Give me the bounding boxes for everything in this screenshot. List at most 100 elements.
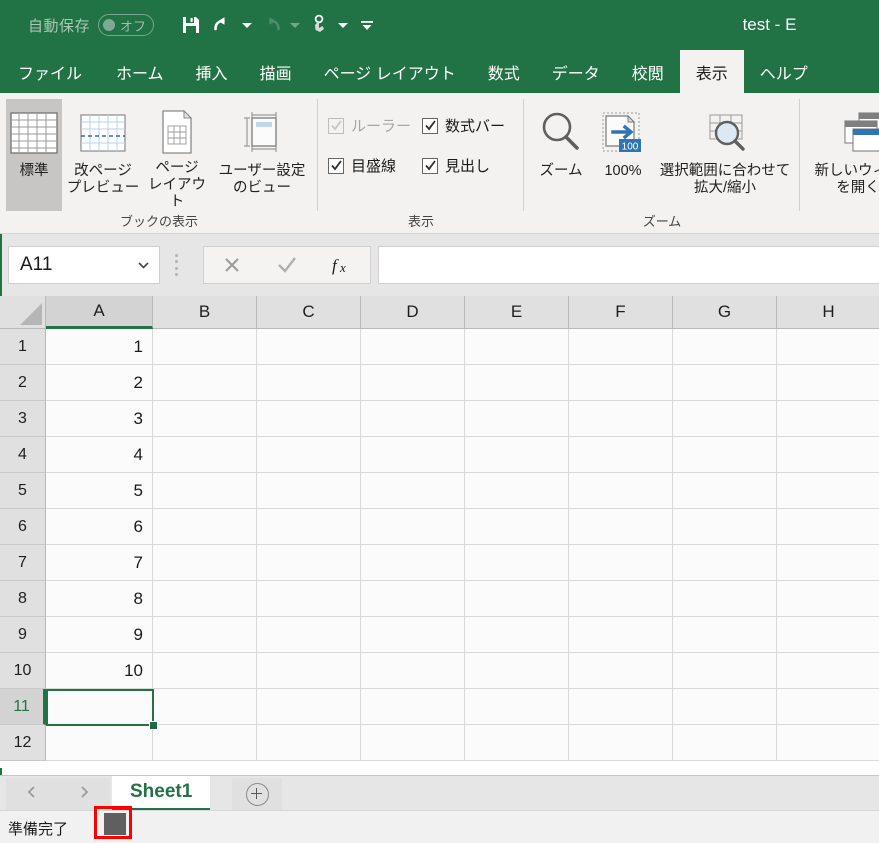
cell-H7[interactable] [777,545,879,581]
cell-F3[interactable] [569,401,673,437]
cell-E5[interactable] [465,473,569,509]
cell-G1[interactable] [673,329,777,365]
cell-G4[interactable] [673,437,777,473]
cell-G2[interactable] [673,365,777,401]
tab-data[interactable]: データ [536,50,616,93]
save-button[interactable] [176,8,206,42]
cell-D3[interactable] [361,401,465,437]
tab-insert[interactable]: 挿入 [180,50,244,93]
row-header-5[interactable]: 5 [0,473,46,509]
undo-button[interactable] [208,8,238,42]
cell-A2[interactable]: 2 [46,365,153,401]
cell-G3[interactable] [673,401,777,437]
cell-F10[interactable] [569,653,673,689]
name-box-dropdown-icon[interactable] [138,256,149,274]
cell-D12[interactable] [361,725,465,761]
tab-view[interactable]: 表示 [680,50,744,93]
row-header-12[interactable]: 12 [0,725,46,761]
cell-C2[interactable] [257,365,361,401]
cell-B1[interactable] [153,329,257,365]
autosave-switch[interactable]: オフ [98,14,154,36]
cell-E3[interactable] [465,401,569,437]
cell-F2[interactable] [569,365,673,401]
zoom-button[interactable]: ズーム [530,99,592,211]
gridlines-checkbox[interactable] [328,158,344,174]
cell-G5[interactable] [673,473,777,509]
cell-G12[interactable] [673,725,777,761]
cell-H11[interactable] [777,689,879,725]
row-header-9[interactable]: 9 [0,617,46,653]
formula-bar-resize-handle[interactable] [175,254,179,276]
cell-D8[interactable] [361,581,465,617]
cell-A1[interactable]: 1 [46,329,153,365]
column-header-A[interactable]: A [46,296,153,329]
cell-D9[interactable] [361,617,465,653]
select-all-button[interactable] [0,296,46,329]
row-header-2[interactable]: 2 [0,365,46,401]
new-window-button[interactable]: 新しいウィン を開く [810,99,879,211]
cell-F1[interactable] [569,329,673,365]
cell-A6[interactable]: 6 [46,509,153,545]
prev-sheet-button[interactable] [24,784,40,805]
column-header-C[interactable]: C [257,296,361,329]
ruler-checkbox[interactable] [328,118,344,134]
cell-E10[interactable] [465,653,569,689]
cell-A7[interactable]: 7 [46,545,153,581]
cell-C7[interactable] [257,545,361,581]
cell-G7[interactable] [673,545,777,581]
custom-views-button[interactable]: ユーザー設定 のビュー [212,99,312,211]
cell-G8[interactable] [673,581,777,617]
next-sheet-button[interactable] [76,784,92,805]
row-header-3[interactable]: 3 [0,401,46,437]
cell-C6[interactable] [257,509,361,545]
cell-G6[interactable] [673,509,777,545]
cell-A4[interactable]: 4 [46,437,153,473]
cell-C4[interactable] [257,437,361,473]
cell-E7[interactable] [465,545,569,581]
tab-page-layout[interactable]: ページ レイアウト [308,50,472,93]
cell-G9[interactable] [673,617,777,653]
cell-E2[interactable] [465,365,569,401]
cell-H10[interactable] [777,653,879,689]
cell-B5[interactable] [153,473,257,509]
cell-B9[interactable] [153,617,257,653]
cell-H3[interactable] [777,401,879,437]
column-header-G[interactable]: G [673,296,777,329]
tab-help[interactable]: ヘルプ [744,50,824,93]
cell-H1[interactable] [777,329,879,365]
cell-A12[interactable] [46,725,153,761]
cell-F7[interactable] [569,545,673,581]
cell-E4[interactable] [465,437,569,473]
cell-C8[interactable] [257,581,361,617]
formula-input[interactable] [378,246,879,284]
normal-view-button[interactable]: 標準 [6,99,62,211]
cell-F8[interactable] [569,581,673,617]
name-box[interactable]: A11 [8,246,160,284]
fill-handle[interactable] [149,721,158,730]
cell-D10[interactable] [361,653,465,689]
cell-B7[interactable] [153,545,257,581]
tab-file[interactable]: ファイル [0,50,100,93]
headings-checkbox[interactable] [422,158,438,174]
row-header-1[interactable]: 1 [0,329,46,365]
gridlines-checkbox-row[interactable]: 目盛線 [328,155,396,176]
redo-dropdown[interactable] [288,8,302,42]
cell-E1[interactable] [465,329,569,365]
cell-A10[interactable]: 10 [46,653,153,689]
cell-C11[interactable] [257,689,361,725]
cell-F12[interactable] [569,725,673,761]
cell-B12[interactable] [153,725,257,761]
cell-D4[interactable] [361,437,465,473]
cell-C5[interactable] [257,473,361,509]
cell-H4[interactable] [777,437,879,473]
confirm-entry-button[interactable] [263,247,311,283]
column-header-H[interactable]: H [777,296,879,329]
column-header-D[interactable]: D [361,296,465,329]
headings-checkbox-row[interactable]: 見出し [422,155,490,176]
cell-E8[interactable] [465,581,569,617]
add-sheet-button[interactable] [232,778,282,810]
cell-E9[interactable] [465,617,569,653]
cell-G10[interactable] [673,653,777,689]
cell-B3[interactable] [153,401,257,437]
cell-E12[interactable] [465,725,569,761]
